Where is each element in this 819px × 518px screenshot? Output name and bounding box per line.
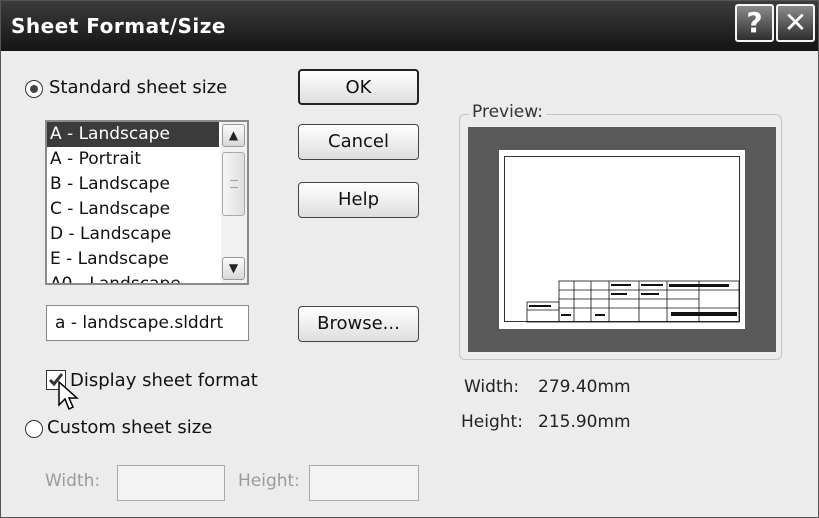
list-item[interactable]: A - Portrait	[47, 147, 219, 172]
list-item[interactable]: D - Landscape	[47, 222, 219, 247]
list-item[interactable]: E - Landscape	[47, 247, 219, 272]
custom-size-radio[interactable]	[25, 420, 43, 438]
list-item[interactable]: B - Landscape	[47, 172, 219, 197]
standard-size-label[interactable]: Standard sheet size	[49, 77, 227, 98]
help-title-button[interactable]: ?	[735, 4, 774, 42]
custom-size-label[interactable]: Custom sheet size	[47, 417, 212, 438]
dialog-title: Sheet Format/Size	[11, 14, 226, 38]
close-icon: ✕	[783, 6, 808, 39]
custom-width-input[interactable]	[117, 465, 225, 501]
display-sheet-format-label[interactable]: Display sheet format	[70, 370, 258, 391]
sheet-size-listbox[interactable]: A - Landscape A - Portrait B - Landscape…	[45, 120, 249, 285]
ok-button[interactable]: OK	[298, 69, 419, 105]
question-icon: ?	[746, 6, 763, 39]
width-readout-label: Width:	[464, 377, 520, 397]
cancel-button[interactable]: Cancel	[298, 124, 419, 160]
scroll-down-button[interactable]: ▼	[222, 257, 245, 280]
chevron-down-icon: ▼	[228, 261, 239, 275]
scroll-thumb[interactable]	[222, 152, 245, 216]
standard-size-radio[interactable]	[25, 80, 43, 98]
custom-width-label: Width:	[45, 471, 101, 491]
list-item[interactable]: A - Landscape	[47, 122, 219, 147]
preview-label: Preview:	[469, 102, 546, 122]
title-bar[interactable]: Sheet Format/Size ? ✕	[1, 1, 818, 51]
custom-height-input[interactable]	[309, 465, 419, 501]
sheet-format-file-field[interactable]: a - landscape.slddrt	[46, 305, 249, 341]
chevron-up-icon: ▲	[228, 128, 239, 142]
preview-area	[468, 127, 776, 352]
list-scrollbar[interactable]: ▲ ▼	[221, 122, 247, 283]
help-button[interactable]: Help	[298, 182, 419, 218]
height-readout-label: Height:	[461, 412, 523, 432]
title-block-graphic	[526, 280, 740, 323]
list-item[interactable]: C - Landscape	[47, 197, 219, 222]
height-readout-value: 215.90mm	[538, 412, 631, 432]
sheet-format-dialog: Sheet Format/Size ? ✕ Standard sheet siz…	[0, 0, 819, 518]
scroll-up-button[interactable]: ▲	[222, 124, 245, 147]
browse-button[interactable]: Browse...	[298, 306, 419, 342]
close-button[interactable]: ✕	[776, 4, 815, 42]
mouse-cursor-icon	[58, 381, 79, 411]
sheet-preview	[499, 150, 745, 329]
width-readout-value: 279.40mm	[538, 377, 631, 397]
custom-height-label: Height:	[238, 471, 300, 491]
list-item[interactable]: A0 - Landscape	[47, 272, 219, 283]
